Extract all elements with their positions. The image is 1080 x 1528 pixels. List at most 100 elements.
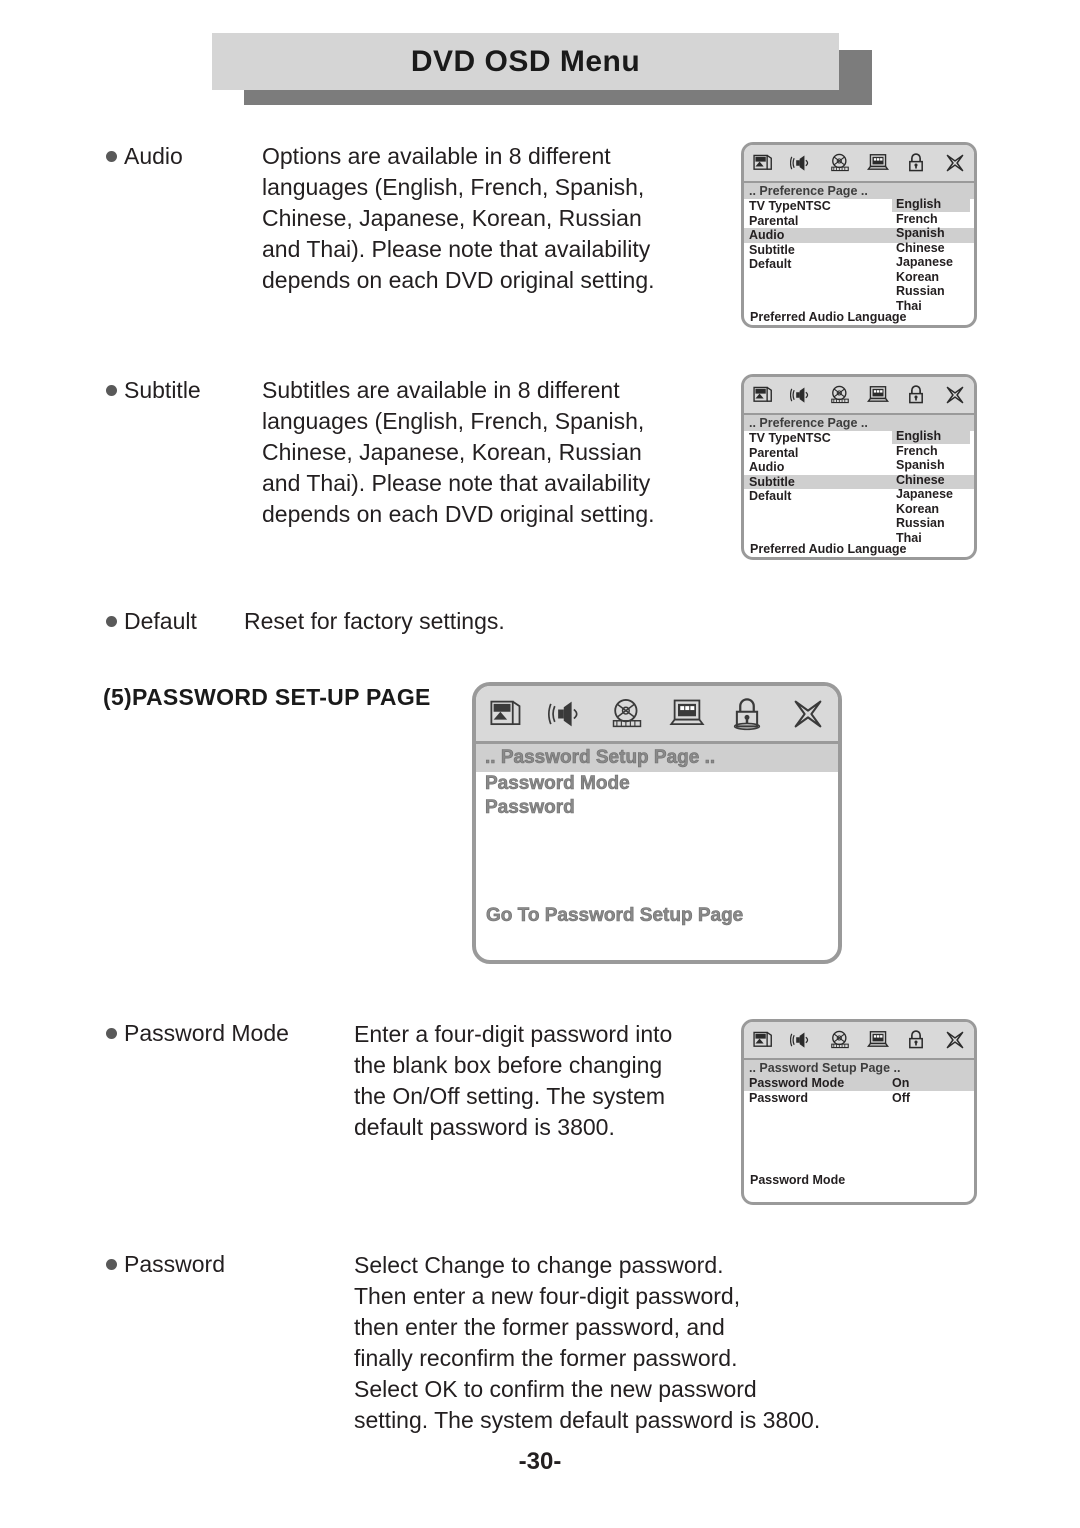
osd-language-item[interactable]: Spanish <box>892 226 970 241</box>
osd-footer-label: Preferred Audio Language <box>750 542 907 556</box>
monitor-icon[interactable] <box>867 384 890 406</box>
osd-body: .. Preference Page .. TV TypeNTSC Parent… <box>744 415 974 556</box>
osd-icon-bar <box>744 377 974 415</box>
monitor-icon[interactable] <box>867 1029 890 1051</box>
osd-menu-label: Parental <box>749 445 799 460</box>
speaker-icon[interactable] <box>790 1029 812 1051</box>
osd-row-password-mode-selected[interactable]: Password Mode On <box>744 1076 974 1091</box>
osd-icon-bar <box>744 1022 974 1060</box>
osd-menu-label: Audio <box>749 460 785 474</box>
osd-row-password[interactable]: Password Off <box>744 1091 974 1106</box>
bullet-icon <box>106 616 117 627</box>
film-reel-icon[interactable] <box>829 152 851 174</box>
term-default-label: Default <box>124 608 197 634</box>
osd-language-item[interactable]: Japanese <box>892 487 970 502</box>
close-x-icon[interactable] <box>944 1029 966 1051</box>
film-reel-icon[interactable] <box>829 1029 851 1051</box>
osd-language-item[interactable]: French <box>892 444 970 459</box>
osd-body: .. Password Setup Page .. Password Mode … <box>476 744 838 926</box>
monitor-icon[interactable] <box>867 152 890 174</box>
osd-line-password-mode[interactable]: Password Mode <box>476 772 838 796</box>
osd-menu-label: Parental <box>749 213 799 228</box>
osd-language-item[interactable]: Chinese <box>892 473 970 488</box>
desc-default: Reset for factory settings. <box>244 608 505 634</box>
osd-body: .. Password Setup Page .. Password Mode … <box>744 1060 974 1187</box>
osd-language-item[interactable]: Spanish <box>892 458 970 473</box>
term-password-label: Password <box>124 1251 225 1277</box>
osd-menu-label: Subtitle <box>749 474 795 489</box>
osd-icon-bar <box>744 145 974 183</box>
bullet-icon <box>106 385 117 396</box>
padlock-icon[interactable] <box>729 696 765 732</box>
osd-body: .. Preference Page .. TV TypeNTSC Parent… <box>744 183 974 324</box>
osd-menu-label: Default <box>749 489 792 503</box>
monitor-icon[interactable] <box>669 696 705 732</box>
speaker-icon[interactable] <box>790 152 812 174</box>
osd-language-item[interactable]: Korean <box>892 502 970 517</box>
osd-language-item-selected[interactable]: English <box>892 197 970 212</box>
osd-language-item[interactable]: Chinese <box>892 241 970 256</box>
osd-footer-label: Preferred Audio Language <box>750 310 907 324</box>
osd-panel-preference-subtitle[interactable]: .. Preference Page .. TV TypeNTSC Parent… <box>741 374 977 560</box>
close-x-icon[interactable] <box>790 696 826 732</box>
osd-language-list[interactable]: English French Spanish Chinese Japanese … <box>892 429 970 545</box>
desc-subtitle: Subtitles are available in 8 different l… <box>262 377 655 527</box>
term-password-mode-label: Password Mode <box>124 1020 289 1046</box>
term-subtitle: Subtitle <box>106 376 201 405</box>
osd-language-item[interactable]: Russian <box>892 516 970 531</box>
page-header: DVD OSD Menu <box>212 33 872 105</box>
osd-row-value[interactable]: Off <box>892 1091 910 1106</box>
osd-language-list[interactable]: English French Spanish Chinese Japanese … <box>892 197 970 313</box>
close-x-icon[interactable] <box>944 152 966 174</box>
osd-title: .. Password Setup Page .. <box>476 744 838 772</box>
osd-menu-label: Default <box>749 257 792 271</box>
term-audio: Audio <box>106 142 183 171</box>
osd-panel-password-setup-small[interactable]: .. Password Setup Page .. Password Mode … <box>741 1019 977 1205</box>
close-x-icon[interactable] <box>944 384 966 406</box>
term-audio-label: Audio <box>124 143 183 169</box>
page-number: -30- <box>518 1448 562 1475</box>
osd-menu-label: TV TypeNTSC <box>749 431 831 445</box>
picture-icon[interactable] <box>752 384 774 406</box>
speaker-icon[interactable] <box>548 696 584 732</box>
osd-language-item[interactable]: Japanese <box>892 255 970 270</box>
desc-password: Select Change to change password. Then e… <box>354 1252 821 1433</box>
osd-menu-label: TV TypeNTSC <box>749 199 831 213</box>
osd-footer-label: Password Mode <box>750 1173 846 1187</box>
osd-language-item[interactable]: French <box>892 212 970 227</box>
osd-panel-password-setup-large[interactable]: .. Password Setup Page .. Password Mode … <box>472 682 842 964</box>
picture-icon[interactable] <box>752 152 774 174</box>
osd-menu-label: Subtitle <box>749 242 795 257</box>
osd-row-label: Password <box>749 1090 809 1105</box>
term-password: Password <box>106 1250 225 1279</box>
picture-icon[interactable] <box>752 1029 774 1051</box>
speaker-icon[interactable] <box>790 384 812 406</box>
term-default: Default <box>106 607 197 636</box>
osd-row-label: Password Mode <box>749 1076 845 1090</box>
osd-icon-bar <box>476 686 838 744</box>
padlock-icon[interactable] <box>905 152 927 174</box>
film-reel-icon[interactable] <box>609 696 645 732</box>
osd-footer-label: Go To Password Setup Page <box>486 905 744 927</box>
desc-audio: Options are available in 8 different lan… <box>262 143 655 293</box>
section-heading-password-setup: (5)PASSWORD SET-UP PAGE <box>103 684 431 710</box>
osd-line-password[interactable]: Password <box>476 796 838 820</box>
osd-panel-preference-audio[interactable]: .. Preference Page .. TV TypeNTSC Parent… <box>741 142 977 328</box>
osd-language-item[interactable]: Russian <box>892 284 970 299</box>
padlock-icon[interactable] <box>905 1029 927 1051</box>
bullet-icon <box>106 151 117 162</box>
osd-title: .. Password Setup Page .. <box>744 1060 974 1076</box>
film-reel-icon[interactable] <box>829 384 851 406</box>
osd-menu-label: Audio <box>749 228 785 242</box>
term-subtitle-label: Subtitle <box>124 377 201 403</box>
picture-icon[interactable] <box>488 696 524 732</box>
term-password-mode: Password Mode <box>106 1019 289 1048</box>
osd-row-value[interactable]: On <box>892 1076 909 1091</box>
padlock-icon[interactable] <box>905 384 927 406</box>
bullet-icon <box>106 1259 117 1270</box>
osd-language-item-selected[interactable]: English <box>892 429 970 444</box>
osd-language-item[interactable]: Korean <box>892 270 970 285</box>
page-title: DVD OSD Menu <box>410 44 641 78</box>
header-bar: DVD OSD Menu <box>212 33 839 90</box>
desc-password-mode: Enter a four-digit password into the bla… <box>354 1021 673 1140</box>
